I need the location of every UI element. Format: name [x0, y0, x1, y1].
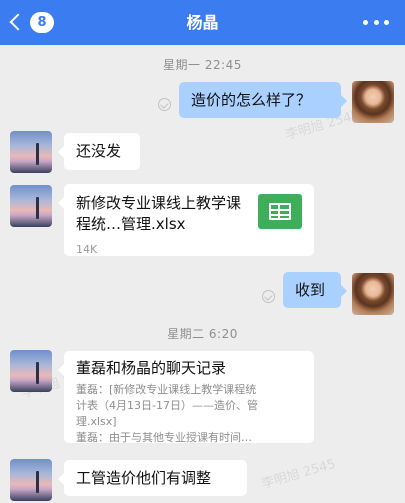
message-bubble[interactable]: 造价的怎么样了？ — [179, 82, 347, 118]
more-options-icon[interactable] — [363, 13, 389, 31]
chevron-left-icon — [9, 13, 27, 31]
timestamp: 星期二 6:20 — [167, 327, 238, 341]
read-receipt-icon — [158, 98, 171, 111]
chat-record-line: 董磊：[新修改专业课线上教学课程统 — [76, 383, 257, 396]
message-text: 还没发 — [76, 142, 122, 160]
file-size: 14K — [76, 243, 98, 256]
timestamp: 星期一 22:45 — [163, 58, 242, 72]
back-button[interactable]: 8 — [6, 9, 58, 35]
contact-avatar[interactable] — [10, 350, 52, 392]
chat-record-line: 计表（4月13日-17日）——造价、管 — [76, 399, 258, 412]
message-text: 工管造价他们有调整 — [76, 469, 212, 487]
unread-badge: 8 — [30, 11, 54, 33]
watermark: 李明旭 2545 — [259, 456, 338, 493]
message-bubble[interactable]: 还没发 — [58, 133, 140, 170]
message-text: 收到 — [295, 281, 326, 299]
chat-title: 杨晶 — [186, 13, 219, 32]
message-bubble[interactable]: 工管造价他们有调整 — [58, 460, 247, 496]
chat-record-line: 理.xlsx] — [76, 415, 117, 428]
title-bar: 8 杨晶 — [0, 0, 405, 45]
chat-record-line: 董磊：由于与其他专业授课有时间… — [76, 431, 252, 444]
chat-record-title: 董磊和杨晶的聊天记录 — [76, 359, 227, 377]
my-avatar[interactable] — [352, 81, 394, 123]
message-text: 造价的怎么样了？ — [191, 91, 312, 109]
file-message[interactable]: 新修改专业课线上教学课程统…管理.xlsx 14K — [58, 184, 314, 256]
message-bubble[interactable]: 收到 — [283, 272, 347, 308]
chat-record-message[interactable]: 董磊和杨晶的聊天记录 董磊：[新修改专业课线上教学课程统 计表（4月13日-17… — [58, 351, 314, 444]
contact-avatar[interactable] — [10, 185, 52, 227]
my-avatar[interactable] — [352, 273, 394, 315]
contact-avatar[interactable] — [10, 131, 52, 173]
contact-avatar[interactable] — [10, 459, 52, 501]
spreadsheet-icon — [258, 194, 302, 229]
read-receipt-icon — [262, 290, 275, 303]
file-name: 新修改专业课线上教学课程统…管理.xlsx — [76, 194, 242, 233]
